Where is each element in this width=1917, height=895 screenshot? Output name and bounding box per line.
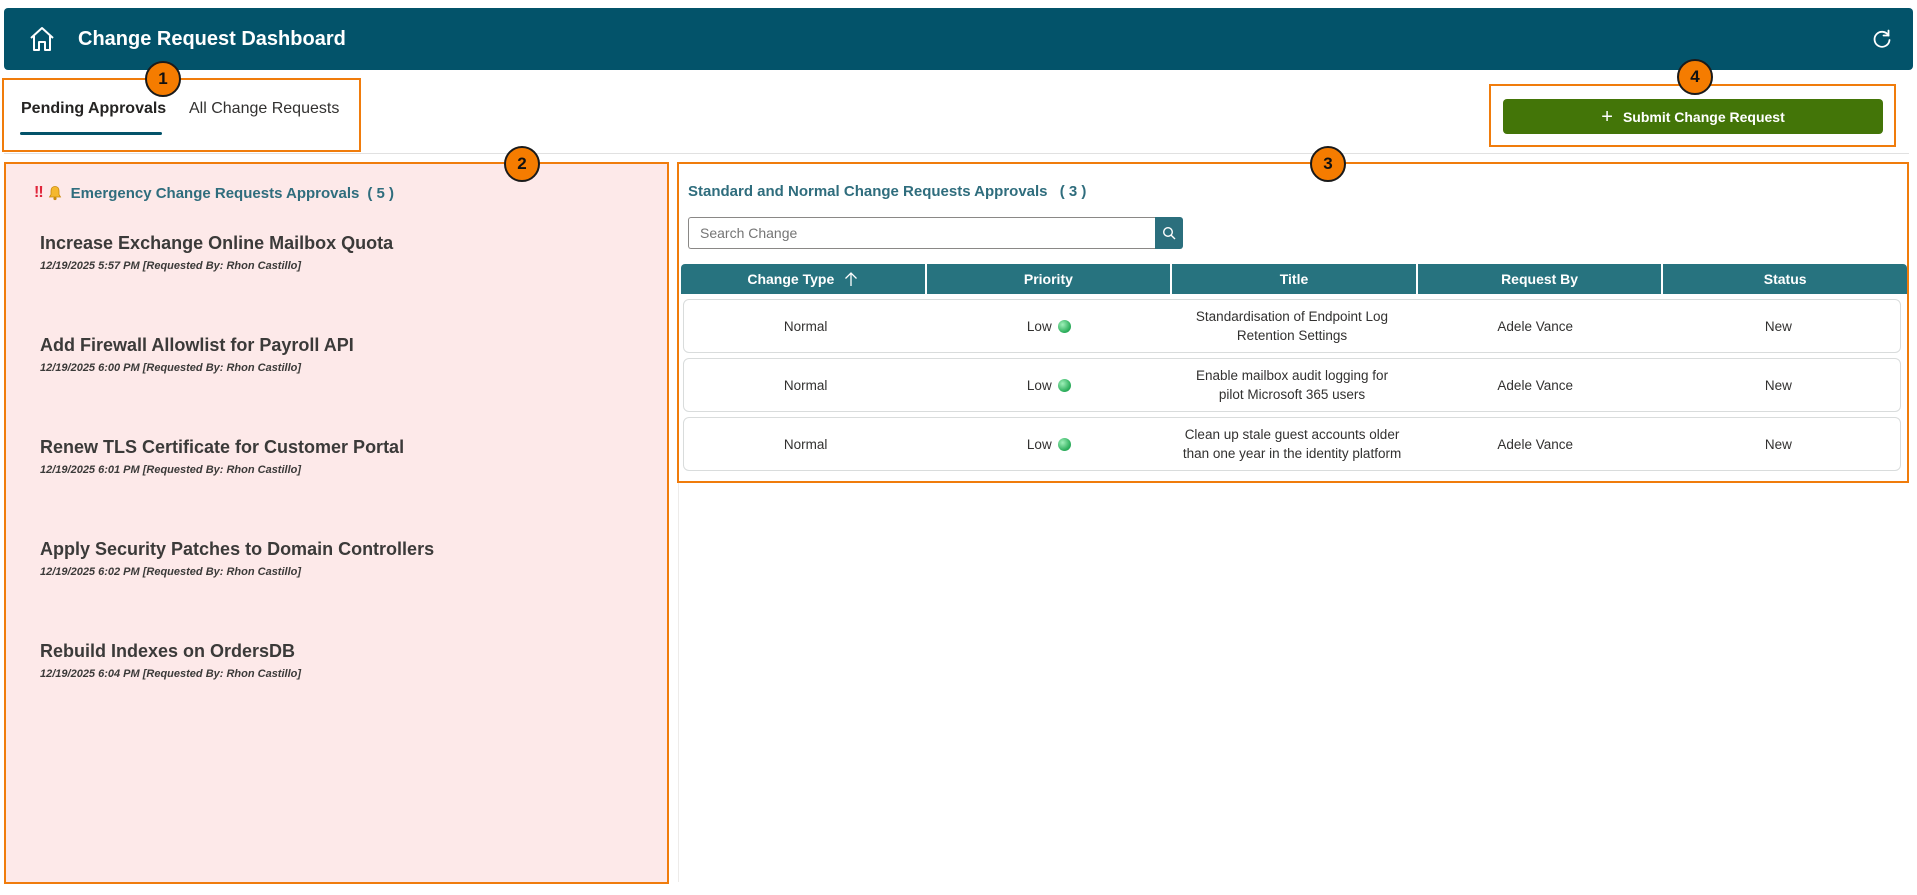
table-row[interactable]: Normal Low Enable mailbox audit logging …: [683, 358, 1901, 412]
submit-button-label: Submit Change Request: [1622, 108, 1785, 125]
callout-badge: 2: [504, 146, 540, 182]
emergency-item-title: Add Firewall Allowlist for Payroll API: [40, 335, 354, 355]
table-row[interactable]: Normal Low Standardisation of Endpoint L…: [683, 299, 1901, 353]
callout-badge: 1: [145, 61, 181, 97]
emergency-item-meta: 12/19/2025 6:01 PM [Requested By: Rhon C…: [40, 464, 302, 476]
cell-change-type: Normal: [783, 436, 828, 452]
cell-request-by: Adele Vance: [1497, 377, 1573, 393]
standard-approvals-panel: Standard and Normal Change Requests Appr…: [678, 164, 1908, 882]
emergency-item[interactable]: Increase Exchange Online Mailbox Quota 1…: [40, 233, 393, 272]
cell-change-type: Normal: [783, 377, 828, 393]
column-header-request-by[interactable]: Request By: [1417, 264, 1662, 294]
column-header-change-type[interactable]: Change Type: [681, 264, 925, 294]
app-header: Change Request Dashboard: [4, 8, 1913, 70]
emergency-item-meta: 12/19/2025 6:02 PM [Requested By: Rhon C…: [40, 566, 302, 578]
emergency-count: ( 5 ): [367, 184, 395, 202]
app-title: Change Request Dashboard: [78, 27, 346, 50]
submit-change-request-button[interactable]: + Submit Change Request: [1503, 99, 1883, 134]
emergency-item-title: Renew TLS Certificate for Customer Porta…: [40, 437, 405, 457]
tab-pending-approvals[interactable]: Pending Approvals: [21, 100, 166, 118]
priority-status-icon: [1057, 319, 1071, 333]
emergency-item-title: Rebuild Indexes on OrdersDB: [40, 641, 296, 661]
refresh-icon[interactable]: [1869, 26, 1895, 52]
column-header-status[interactable]: Status: [1663, 264, 1907, 294]
cell-title: Clean up stale guest accounts older than…: [1182, 427, 1402, 461]
home-icon[interactable]: [24, 21, 60, 57]
cell-request-by: Adele Vance: [1497, 318, 1573, 334]
standard-count: ( 3 ): [1059, 183, 1087, 200]
cell-status: New: [1764, 318, 1792, 334]
priority-status-icon: [1057, 437, 1071, 451]
emergency-item[interactable]: Rebuild Indexes on OrdersDB 12/19/2025 6…: [40, 641, 301, 680]
column-header-title[interactable]: Title: [1172, 264, 1416, 294]
priority-label: Low: [1026, 436, 1052, 452]
emergency-item-meta: 12/19/2025 6:00 PM [Requested By: Rhon C…: [40, 362, 302, 374]
search-input[interactable]: [688, 217, 1156, 249]
emergency-item[interactable]: Renew TLS Certificate for Customer Porta…: [40, 437, 404, 476]
emergency-item[interactable]: Apply Security Patches to Domain Control…: [40, 539, 434, 578]
tab-all-change-requests[interactable]: All Change Requests: [189, 100, 339, 118]
cell-priority: Low: [927, 317, 1170, 336]
emergency-item-title: Increase Exchange Online Mailbox Quota: [40, 233, 394, 253]
callout-badge: 4: [1677, 59, 1713, 95]
cell-status: New: [1764, 436, 1792, 452]
search-icon[interactable]: [1155, 217, 1183, 249]
cell-change-type: Normal: [783, 318, 828, 334]
cell-priority: Low: [927, 376, 1170, 395]
standard-title: Standard and Normal Change Requests Appr…: [688, 183, 1048, 200]
plus-icon: +: [1601, 105, 1613, 128]
emergency-approvals-panel: ‼ Emergency Change Requests Approvals ( …: [6, 164, 667, 882]
standard-header: Standard and Normal Change Requests Appr…: [688, 183, 1086, 200]
double-exclamation-icon: ‼: [34, 184, 44, 201]
callout-badge: 3: [1310, 146, 1346, 182]
emergency-item[interactable]: Add Firewall Allowlist for Payroll API 1…: [40, 335, 354, 374]
emergency-item-meta: 12/19/2025 6:04 PM [Requested By: Rhon C…: [40, 668, 302, 680]
cell-status: New: [1764, 377, 1792, 393]
cell-title: Enable mailbox audit logging for pilot M…: [1195, 368, 1389, 402]
cell-request-by: Adele Vance: [1497, 436, 1573, 452]
emergency-item-title: Apply Security Patches to Domain Control…: [40, 539, 435, 559]
emergency-header: ‼ Emergency Change Requests Approvals ( …: [34, 184, 394, 202]
table-header: Change Type Priority Title Request By St…: [681, 264, 1907, 294]
bell-icon: [47, 185, 63, 201]
sort-ascending-icon: [844, 271, 858, 287]
priority-label: Low: [1026, 377, 1052, 393]
cell-priority: Low: [927, 435, 1170, 454]
column-label: Change Type: [747, 271, 835, 287]
table-row[interactable]: Normal Low Clean up stale guest accounts…: [683, 417, 1901, 471]
priority-label: Low: [1026, 318, 1052, 334]
cell-title: Standardisation of Endpoint Log Retentio…: [1195, 309, 1389, 343]
active-tab-indicator: [20, 132, 162, 135]
priority-status-icon: [1057, 378, 1071, 392]
search-box: [688, 217, 1183, 249]
emergency-title: Emergency Change Requests Approvals: [70, 184, 360, 202]
column-header-priority[interactable]: Priority: [926, 264, 1171, 294]
emergency-item-meta: 12/19/2025 5:57 PM [Requested By: Rhon C…: [40, 260, 302, 272]
